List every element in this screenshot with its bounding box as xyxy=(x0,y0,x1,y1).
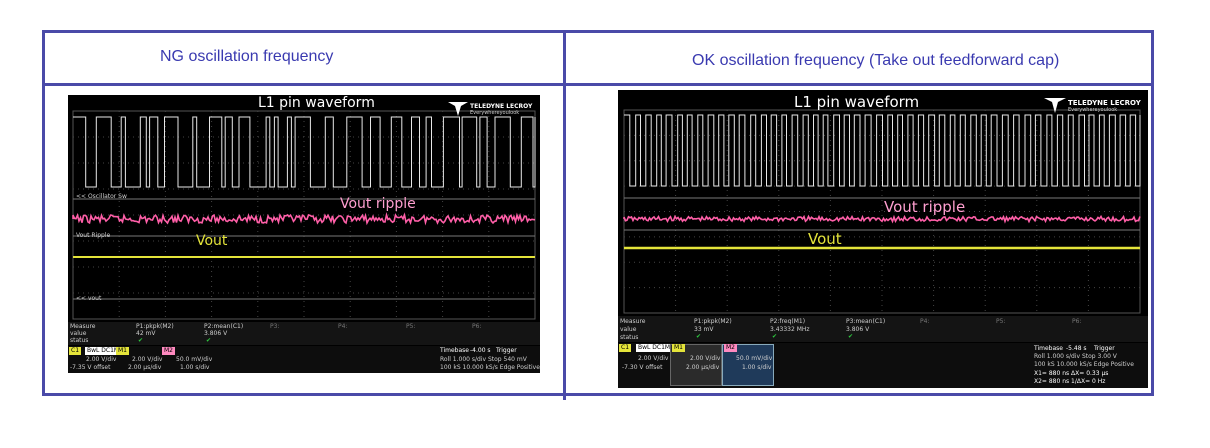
meas-v1: 33 mV xyxy=(694,326,714,333)
meas-v3: 3.806 V xyxy=(846,326,870,333)
brand-name: TELEDYNE LECROY xyxy=(1068,99,1141,107)
brand-name: TELEDYNE LECROY xyxy=(470,103,533,110)
meas-status: status xyxy=(620,334,639,341)
chip-m2[interactable]: M2 xyxy=(162,347,175,355)
header-ok: OK oscillation frequency (Take out feedf… xyxy=(692,52,1060,69)
vout-label-ok: Vout xyxy=(808,230,842,248)
chip-c1-mode: BwL DC1M xyxy=(636,344,673,352)
meas-v1: 42 mV xyxy=(136,330,156,337)
meas-h6: P6: xyxy=(472,323,482,330)
meas-h5: P5: xyxy=(406,323,416,330)
m2-time: 1.00 s/div xyxy=(180,364,210,371)
ch-label-pin: << Oscillator Sw xyxy=(76,193,127,200)
meas-h2: P2:freq(M1) xyxy=(770,318,806,325)
lecroy-logo-icon xyxy=(448,102,468,116)
scope-screen-ng: L1 pin waveform Vout ripple Vout TELEDYN… xyxy=(68,95,540,373)
c1-offset: -7.35 V offset xyxy=(70,364,111,371)
meas-h0: Measure xyxy=(620,318,646,325)
m2-scale: 50.0 mV/div xyxy=(736,355,773,362)
trigger-label: Trigger xyxy=(496,347,517,354)
pin-waveform-label-ok: L1 pin waveform xyxy=(794,93,920,111)
ch-label-vout: << vout xyxy=(76,295,102,302)
meas-status: status xyxy=(70,337,89,344)
status-check-icon: ✔ xyxy=(696,333,702,340)
ch-label-ripple: Vout Ripple xyxy=(76,232,111,239)
meas-h6: P6: xyxy=(1072,318,1082,325)
chip-m1[interactable]: M1 xyxy=(672,344,685,352)
cursor-row2: X2= 880 ns 1/ΔX= 0 Hz xyxy=(1034,378,1106,385)
channel-bar-ok: C1 BwL DC1M M1 M2 2.00 V/div -7.30 V off… xyxy=(618,343,1148,388)
meas-h4: P4: xyxy=(338,323,348,330)
cursor-row1: X1= 880 ns ΔX= 0.33 µs xyxy=(1034,370,1109,377)
timebase-label: Timebase xyxy=(440,347,469,354)
timebase-value: -5.48 s xyxy=(1066,345,1087,352)
ripple-trace xyxy=(623,214,1141,224)
measure-table-ok: Measure P1:pkpk(M2) P2:freq(M1) P3:mean(… xyxy=(618,316,1148,342)
chip-m1[interactable]: M1 xyxy=(116,347,129,355)
meas-h5: P5: xyxy=(996,318,1006,325)
c1-scale: 2.00 V/div xyxy=(638,355,669,362)
brand-sub: Everywhereyoulook xyxy=(1068,107,1118,113)
meas-h0: Measure xyxy=(70,323,96,330)
meas-v0: value xyxy=(620,326,637,333)
m1-scale: 2.00 V/div xyxy=(132,356,163,363)
meas-h1: P1:pkpk(M2) xyxy=(694,318,732,325)
timebase-row2: Roll 1.000 s/div Stop 3.00 V xyxy=(1034,353,1117,360)
scope-screen-ok: L1 pin waveform Vout ripple Vout TELEDYN… xyxy=(618,90,1148,388)
meas-h3: P3: xyxy=(270,323,280,330)
timebase-row3: 100 kS 10.000 kS/s Edge Positive xyxy=(440,364,540,371)
ripple-label-ok: Vout ripple xyxy=(884,198,966,216)
status-check-icon: ✔ xyxy=(848,333,854,340)
brand-sub: Everywhereyoulook xyxy=(470,110,520,116)
ripple-label-ng: Vout ripple xyxy=(340,196,416,212)
status-check-icon: ✔ xyxy=(772,333,778,340)
chip-c1[interactable]: C1 xyxy=(619,344,632,352)
meas-h4: P4: xyxy=(920,318,930,325)
m1-time: 2.00 µs/div xyxy=(686,364,720,371)
measure-table-ng: Measure P1:pkpk(M2) P2:mean(C1) P3: P4: … xyxy=(68,322,540,345)
vout-label-ng: Vout xyxy=(196,233,228,249)
status-check-icon: ✔ xyxy=(206,337,212,344)
meas-h3: P3:mean(C1) xyxy=(846,318,886,325)
m2-time: 1.00 s/div xyxy=(742,364,772,371)
status-check-icon: ✔ xyxy=(138,337,144,344)
m2-scale: 50.0 mV/div xyxy=(176,356,213,363)
c1-scale: 2.00 V/div xyxy=(86,356,117,363)
header-ng: NG oscillation frequency xyxy=(160,48,334,65)
chip-m2[interactable]: M2 xyxy=(724,344,737,352)
timebase-row2: Roll 1.000 s/div Stop 540 mV xyxy=(440,356,527,363)
chip-c1[interactable]: C1 xyxy=(69,347,82,355)
m1-scale: 2.00 V/div xyxy=(690,355,721,362)
pin-waveform-trace xyxy=(624,114,1141,187)
timebase-label: Timebase xyxy=(1034,345,1063,352)
lecroy-logo-icon xyxy=(1044,98,1066,113)
table-divider-horizontal xyxy=(42,83,1154,86)
c1-offset: -7.30 V offset xyxy=(622,364,663,371)
timebase-row3: 100 kS 10.000 kS/s Edge Positive xyxy=(1034,361,1134,368)
meas-v0: value xyxy=(70,330,87,337)
meas-h1: P1:pkpk(M2) xyxy=(136,323,174,330)
meas-h2: P2:mean(C1) xyxy=(204,323,244,330)
m1-time: 2.00 µs/div xyxy=(128,364,162,371)
channel-bar-ng: C1 BwL DC1M M1 M2 2.00 V/div -7.35 V off… xyxy=(68,346,540,373)
pin-waveform-label-ng: L1 pin waveform xyxy=(258,95,375,111)
meas-v2: 3.43332 MHz xyxy=(770,326,810,333)
trigger-label: Trigger xyxy=(1094,345,1115,352)
meas-v2: 3.806 V xyxy=(204,330,228,337)
timebase-value: -4.00 s xyxy=(470,347,491,354)
